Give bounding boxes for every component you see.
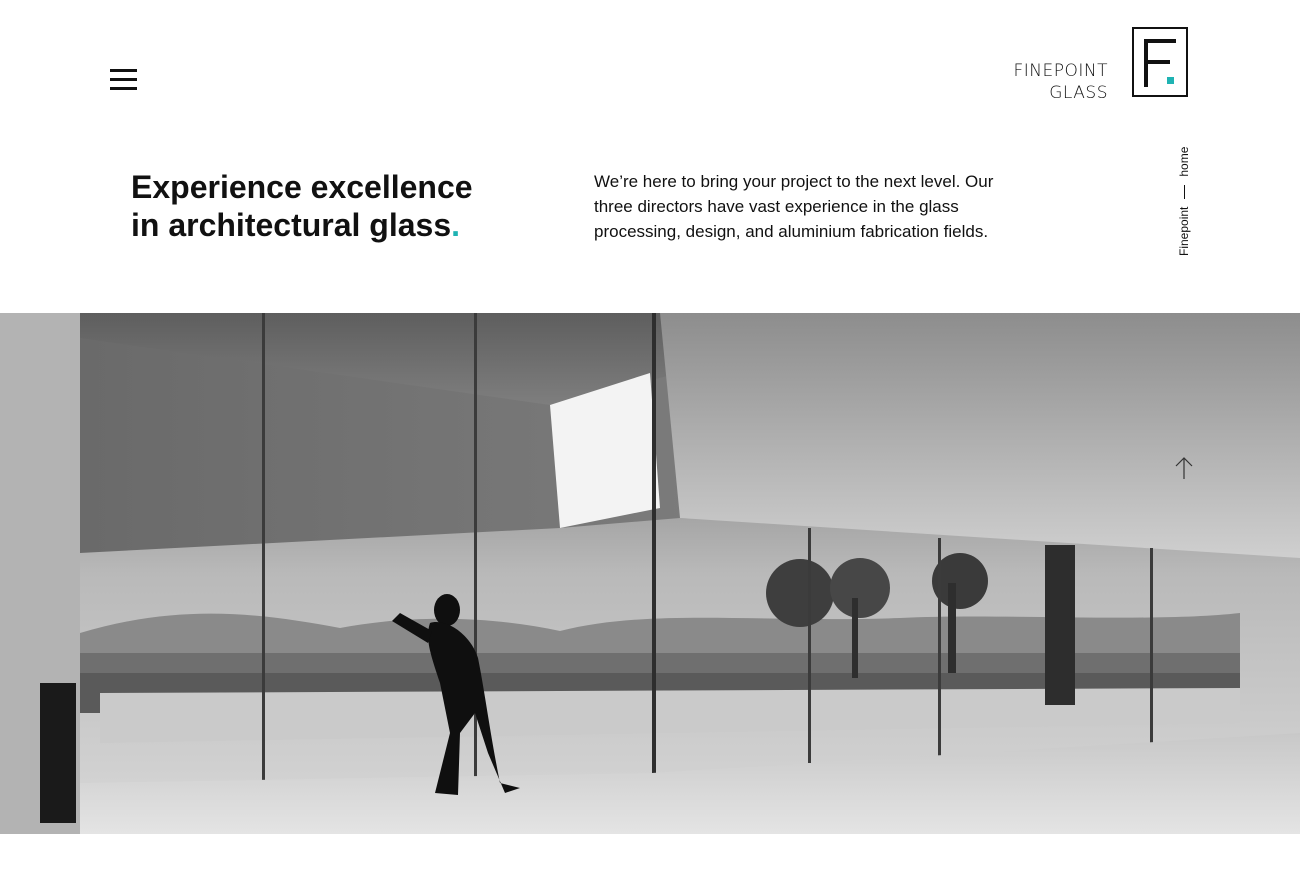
headline-line-2: in architectural glass. [131,206,531,244]
finepoint-glass-logo[interactable]: FINEPOINT GLASS [1008,27,1188,103]
breadcrumb-separator [1183,184,1185,199]
breadcrumb-root[interactable]: Finepoint [1177,207,1191,256]
page: FINEPOINT GLASS Experience excellence in… [0,0,1300,869]
logo-dot [1167,77,1174,84]
arrow-up-icon[interactable] [1174,456,1194,480]
logo-line-1: FINEPOINT [1013,61,1108,81]
menu-bar [110,87,137,90]
headline-accent-dot: . [451,207,461,243]
hero-photo [0,313,1300,834]
logo-line-2: GLASS [1049,83,1108,103]
headline-line-1: Experience excellence [131,169,473,205]
hamburger-menu-icon[interactable] [110,68,138,92]
logo-wordmark: FINEPOINT GLASS [1014,60,1109,104]
breadcrumb-current: home [1177,146,1191,177]
hero-image [0,313,1300,834]
headline-line-2-text: in architectural glass [131,207,452,243]
breadcrumb: Finepoint home [1177,147,1191,256]
page-title: Experience excellence in architectural g… [131,168,531,244]
menu-bar [110,69,137,72]
intro-paragraph: We’re here to bring your project to the … [594,172,994,241]
logo-mark [1132,27,1188,97]
menu-bar [110,78,137,81]
